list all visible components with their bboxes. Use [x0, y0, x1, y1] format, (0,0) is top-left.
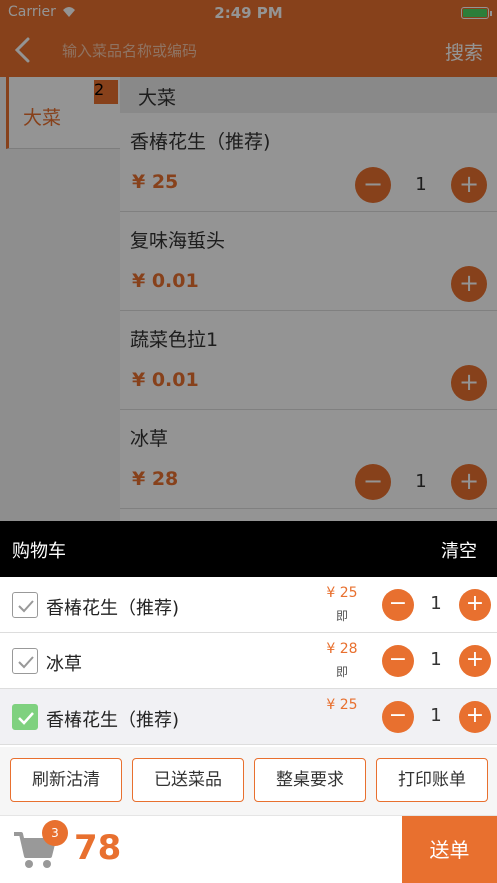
check-icon [18, 656, 34, 669]
decrease-button[interactable]: − [382, 701, 414, 733]
decrease-button[interactable]: − [382, 645, 414, 677]
increase-button[interactable]: + [459, 645, 491, 677]
dim-overlay[interactable] [0, 0, 497, 521]
cart-header: 购物车 清空 [0, 521, 497, 577]
quantity-value: 1 [430, 593, 442, 614]
checkout-bar: 3 78 送单 [0, 815, 497, 883]
cart-item-price: ¥ 28 [326, 641, 358, 657]
total-amount: 78 [74, 828, 122, 868]
app: Carrier 2:49 PM 输入菜品名称或编码 搜索 大菜 2 大菜 香椿花… [0, 0, 497, 883]
cart-panel: 购物车 清空 香椿花生（推荐) ¥ 25 即 − 1 + 冰草 ¥ 28 即 −… [0, 521, 497, 883]
submit-order-button[interactable]: 送单 [402, 816, 497, 883]
cart-row[interactable]: 冰草 ¥ 28 即 − 1 + [0, 633, 497, 689]
cart-item-tag: 即 [335, 609, 348, 623]
checkbox[interactable] [12, 704, 38, 730]
quantity-value: 1 [430, 649, 442, 670]
print-bill-button[interactable]: 打印账单 [376, 758, 488, 802]
check-icon [18, 712, 34, 725]
table-requests-button[interactable]: 整桌要求 [254, 758, 366, 802]
clear-cart-button[interactable]: 清空 [441, 537, 477, 563]
cart-item-tag: 即 [335, 665, 348, 679]
check-icon [18, 600, 34, 613]
increase-button[interactable]: + [459, 701, 491, 733]
cart-item-price: ¥ 25 [326, 697, 358, 713]
checkbox[interactable] [12, 592, 38, 618]
cart-item-price: ¥ 25 [326, 585, 358, 601]
quantity-value: 1 [430, 705, 442, 726]
cart-item-name: 香椿花生（推荐) [46, 710, 180, 731]
cart-count-badge: 3 [42, 820, 68, 846]
action-bar: 刷新沽清 已送菜品 整桌要求 打印账单 [0, 747, 497, 815]
refresh-soldout-button[interactable]: 刷新沽清 [10, 758, 122, 802]
checkbox[interactable] [12, 648, 38, 674]
decrease-button[interactable]: − [382, 589, 414, 621]
cart-row[interactable]: 香椿花生（推荐) ¥ 25 即 − 1 + [0, 577, 497, 633]
cart-row[interactable]: 香椿花生（推荐) ¥ 25 − 1 + [0, 689, 497, 745]
cart-title: 购物车 [12, 541, 66, 562]
served-dishes-button[interactable]: 已送菜品 [132, 758, 244, 802]
cart-item-name: 冰草 [46, 654, 82, 675]
increase-button[interactable]: + [459, 589, 491, 621]
cart-item-name: 香椿花生（推荐) [46, 598, 180, 619]
